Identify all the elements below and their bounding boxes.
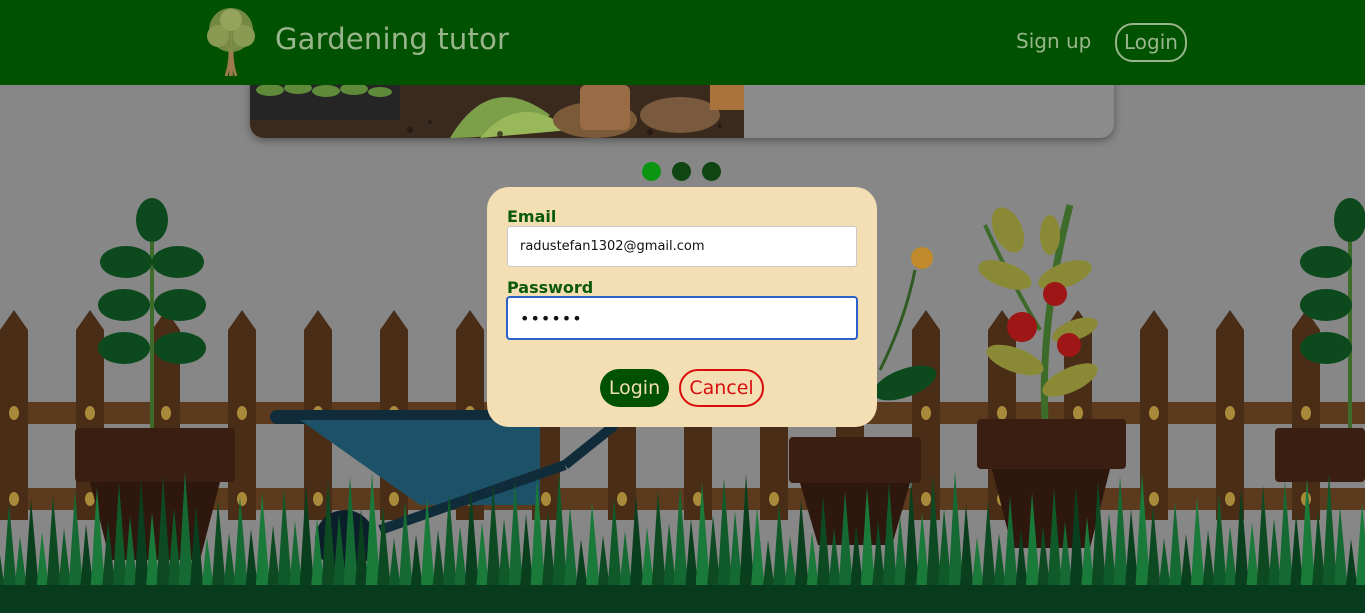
email-input[interactable] (507, 226, 857, 267)
password-label: Password (507, 278, 594, 297)
carousel-dot-1[interactable] (642, 162, 661, 181)
tree-logo-icon[interactable] (196, 6, 266, 78)
login-submit-button[interactable]: Login (600, 369, 669, 407)
carousel-dot-3[interactable] (702, 162, 721, 181)
signup-link[interactable]: Sign up (1016, 29, 1091, 53)
login-modal: Email Password Login Cancel (487, 187, 877, 427)
cancel-button[interactable]: Cancel (679, 369, 764, 407)
password-input[interactable] (506, 296, 858, 340)
top-navbar: Gardening tutor Sign up Login (0, 0, 1365, 85)
site-brand-title[interactable]: Gardening tutor (275, 22, 509, 56)
email-label: Email (507, 207, 557, 226)
login-nav-button[interactable]: Login (1115, 23, 1187, 62)
carousel-dot-2[interactable] (672, 162, 691, 181)
